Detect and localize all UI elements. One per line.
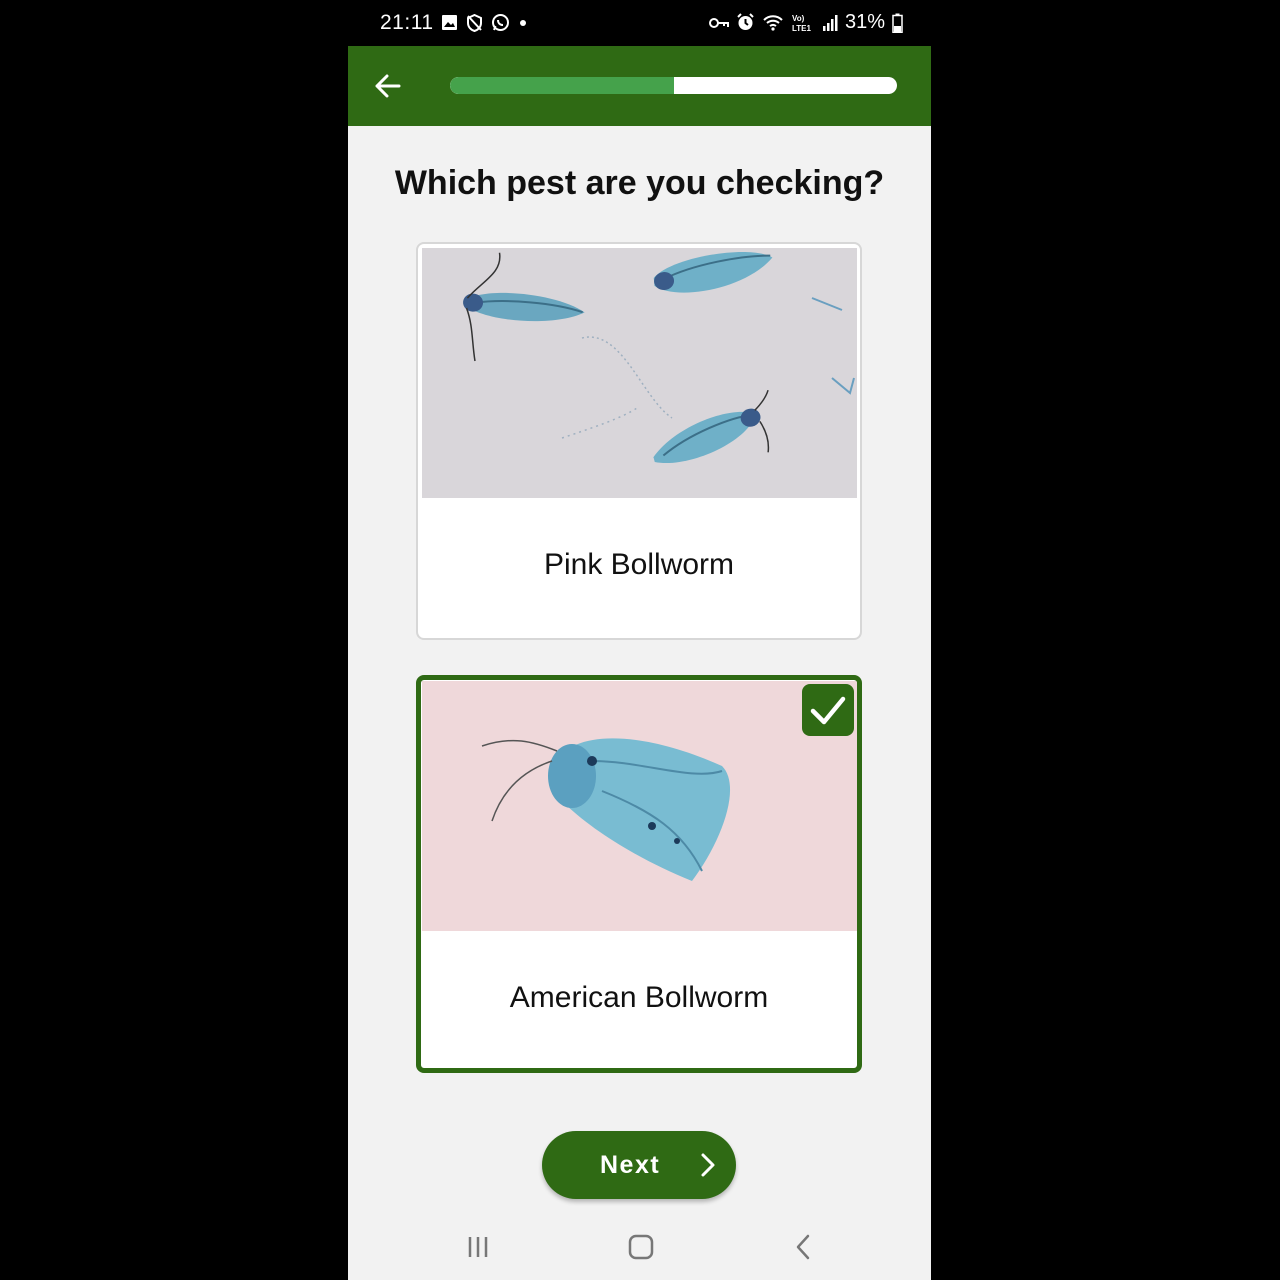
checkmark-icon	[810, 696, 846, 725]
gallery-icon	[442, 15, 457, 30]
alarm-icon	[737, 13, 754, 30]
system-nav-bar	[348, 1214, 931, 1280]
back-icon	[796, 1234, 810, 1260]
pink-bollworm-image	[422, 248, 857, 498]
next-button-label: Next	[600, 1151, 661, 1179]
system-back-button[interactable]	[789, 1232, 819, 1262]
app-bar	[348, 46, 931, 126]
page-title: Which pest are you checking?	[394, 164, 885, 202]
american-bollworm-image	[422, 681, 857, 931]
recents-icon	[468, 1237, 488, 1257]
svg-text:LTE1: LTE1	[792, 24, 812, 33]
signal-icon	[822, 14, 838, 31]
whatsapp-icon	[492, 14, 509, 31]
status-left-icons	[441, 13, 528, 32]
wifi-icon	[763, 14, 783, 31]
progress-fill	[450, 77, 674, 94]
chevron-right-icon	[701, 1153, 715, 1177]
status-time: 21:11	[380, 11, 434, 34]
status-right-icons: Vo) LTE1 31%	[708, 11, 903, 34]
home-button[interactable]	[626, 1232, 656, 1262]
battery-icon	[892, 13, 903, 33]
pest-option-american-bollworm[interactable]: American Bollworm	[416, 675, 862, 1073]
pest-option-label: American Bollworm	[509, 981, 769, 1014]
shield-icon	[467, 13, 482, 32]
arrow-left-icon	[375, 74, 401, 98]
back-button[interactable]	[370, 68, 406, 104]
pest-option-pink-bollworm[interactable]: Pink Bollworm	[416, 242, 862, 640]
dot-icon	[520, 19, 526, 26]
next-button[interactable]: Next	[542, 1131, 736, 1199]
selected-check-badge	[802, 684, 854, 736]
recents-button[interactable]	[463, 1232, 493, 1262]
progress-bar	[450, 77, 897, 94]
app-screen: Which pest are you checking? Pink Bollwo…	[348, 46, 931, 1280]
vpn-key-icon	[708, 17, 729, 28]
pest-option-label: Pink Bollworm	[543, 548, 735, 581]
svg-text:Vo): Vo)	[792, 14, 805, 23]
home-icon	[628, 1234, 654, 1260]
volte-icon: Vo)LTE1	[792, 14, 812, 33]
battery-percent: 31%	[844, 11, 885, 33]
status-bar: 21:11 Vo) LTE1 31%	[348, 0, 931, 46]
